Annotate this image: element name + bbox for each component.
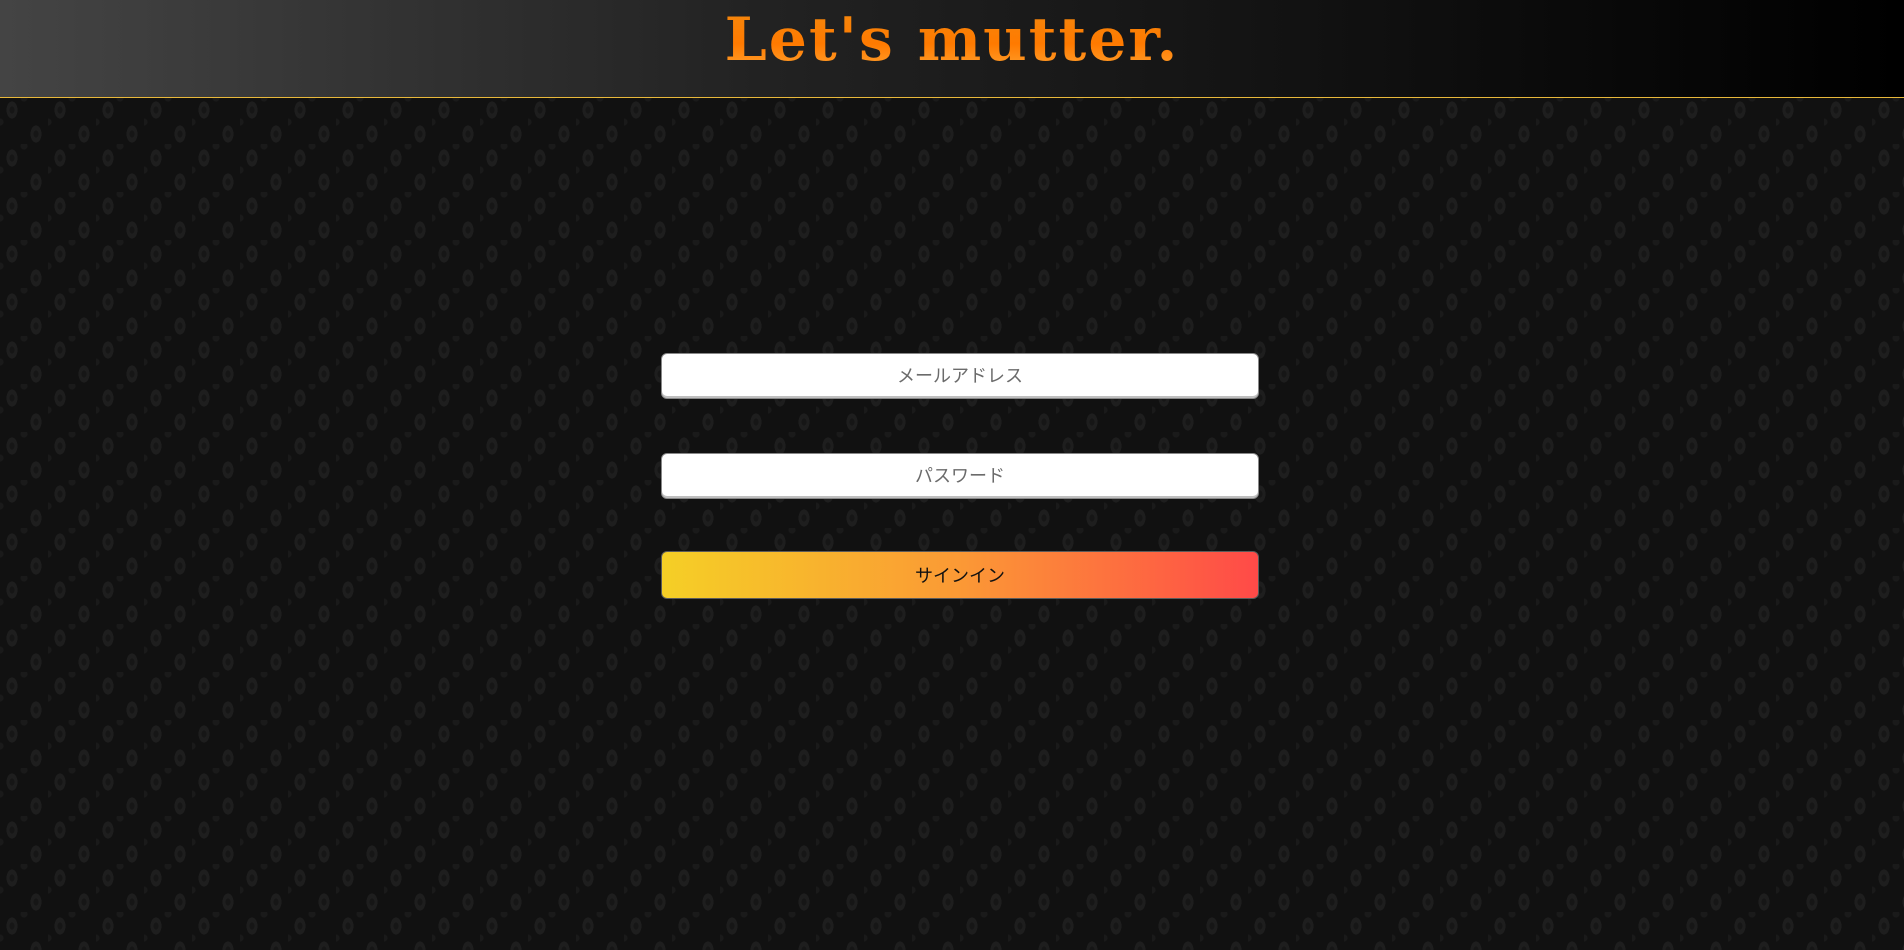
app-logo: Let's mutter. [0,0,1904,80]
signin-form: サインイン [661,353,1259,599]
email-input[interactable] [661,353,1259,399]
app-header: Let's mutter. [0,0,1904,98]
password-input[interactable] [661,453,1259,499]
signin-button[interactable]: サインイン [661,551,1259,599]
